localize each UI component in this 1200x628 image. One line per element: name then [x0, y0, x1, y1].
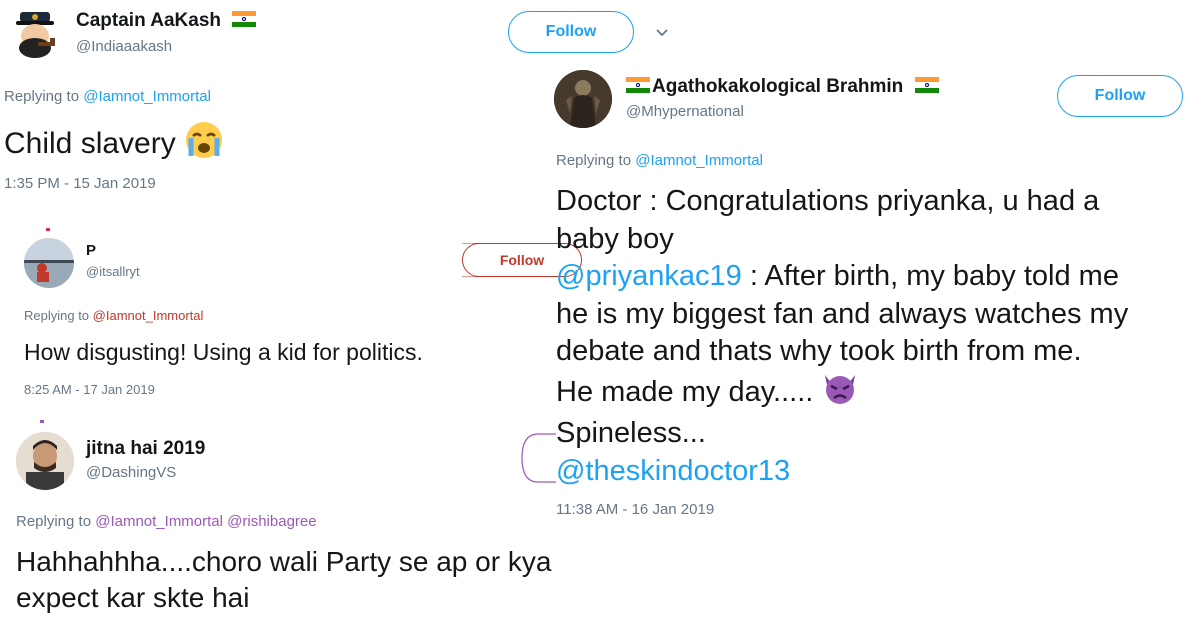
angry-devil-icon	[821, 371, 859, 416]
avatar-captain-aakash[interactable]	[8, 8, 62, 62]
tweet-text: How disgusting! Using a kid for politics…	[24, 339, 423, 365]
india-flag-icon	[914, 76, 939, 93]
avatar-jitna-hai[interactable]	[16, 432, 74, 490]
divider-dot	[46, 228, 50, 231]
crying-face-icon	[184, 120, 224, 170]
mention-link[interactable]: @priyankac19	[556, 260, 742, 292]
tweet-text: Child slavery	[4, 120, 224, 170]
author-name[interactable]: jitna hai 2019	[86, 438, 205, 460]
replying-to: Replying to @Iamnot_Immortal	[556, 152, 763, 169]
timestamp[interactable]: 1:35 PM - 15 Jan 2019	[4, 175, 156, 192]
follow-button[interactable]: Follow	[1057, 75, 1183, 117]
india-flag-icon	[232, 10, 257, 27]
author-name[interactable]: Agathokakological Brahmin	[626, 76, 939, 98]
tweet-text: Hahhahhha....choro wali Party se ap or k…	[16, 546, 552, 614]
mention-link[interactable]: @theskindoctor13	[556, 455, 790, 487]
author-handle[interactable]: @itsallryt	[86, 264, 140, 279]
replying-to: Replying to @Iamnot_Immortal	[24, 308, 204, 323]
author-handle[interactable]: @Mhypernational	[626, 103, 744, 120]
mention-link[interactable]: @Iamnot_Immortal	[93, 308, 204, 323]
author-handle[interactable]: @DashingVS	[86, 464, 176, 481]
mention-link[interactable]: @Iamnot_Immortal	[635, 152, 763, 169]
india-flag-icon	[626, 76, 650, 93]
connector-bracket-purple	[520, 433, 556, 483]
timestamp[interactable]: 11:38 AM - 16 Jan 2019	[556, 501, 714, 518]
avatar-agathokakological[interactable]	[554, 70, 612, 128]
replying-to: Replying to @Iamnot_Immortal	[4, 88, 211, 105]
follow-button[interactable]: Follow	[508, 11, 634, 53]
chevron-down-icon[interactable]	[654, 24, 670, 40]
timestamp[interactable]: 8:25 AM - 17 Jan 2019	[24, 382, 155, 397]
divider-dot	[40, 420, 44, 423]
replying-to: Replying to @Iamnot_Immortal @rishibagre…	[16, 513, 317, 530]
author-name[interactable]: Captain AaKash	[76, 10, 257, 32]
connector-bracket-red	[462, 242, 552, 278]
author-handle[interactable]: @Indiaaakash	[76, 38, 172, 55]
author-name[interactable]: P	[86, 242, 96, 259]
mention-link[interactable]: @Iamnot_Immortal	[83, 88, 211, 105]
mention-link[interactable]: @Iamnot_Immortal	[95, 513, 223, 530]
avatar-p[interactable]	[24, 238, 74, 288]
mention-link[interactable]: @rishibagree	[227, 513, 316, 530]
tweet-text: Doctor : Congratulations priyanka, u had…	[556, 185, 1129, 487]
